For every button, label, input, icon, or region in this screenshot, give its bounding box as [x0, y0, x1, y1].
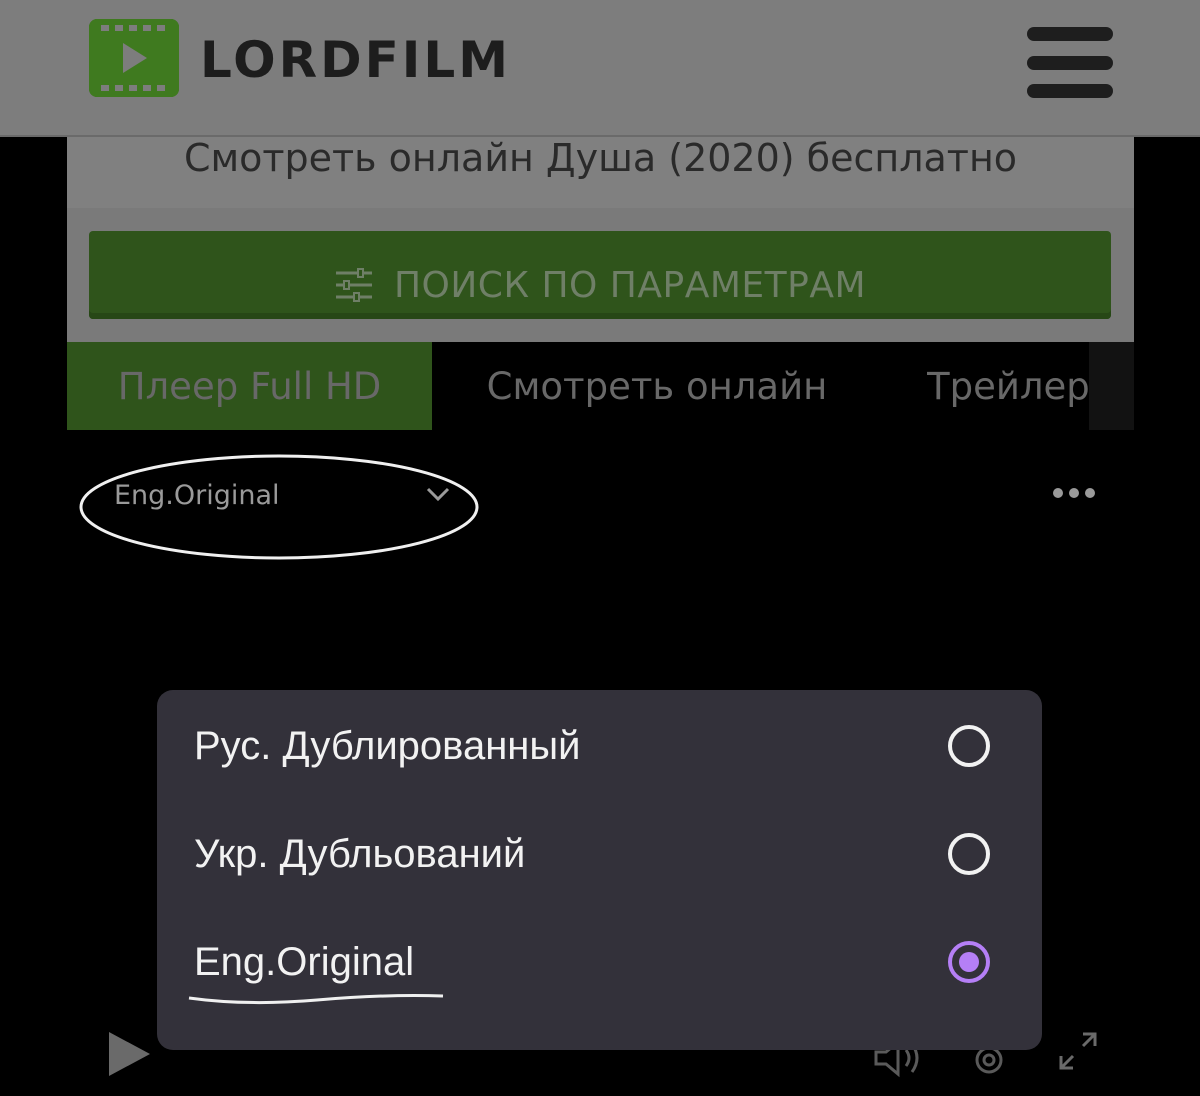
audio-option-label: Рус. Дублированный: [194, 724, 581, 768]
tab-player-full-hd[interactable]: Плеер Full HD: [67, 342, 432, 430]
hamburger-menu-icon[interactable]: [1027, 27, 1113, 99]
radio-unselected-icon[interactable]: [947, 832, 991, 876]
more-dots-icon[interactable]: [1053, 488, 1095, 500]
tabs-scroll-fade: [1089, 342, 1134, 430]
logo-film-icon[interactable]: [89, 19, 179, 97]
audio-option-label: Укр. Дубльований: [194, 832, 526, 876]
radio-selected-icon[interactable]: [947, 940, 991, 984]
search-by-parameters-button[interactable]: ПОИСК ПО ПАРАМЕТРАМ: [89, 231, 1111, 319]
radio-unselected-icon[interactable]: [947, 724, 991, 768]
page-title: Смотреть онлайн Душа (2020) бесплатно: [183, 136, 1018, 180]
tab-trailer[interactable]: Трейлер: [927, 342, 1089, 430]
page-content: Смотреть онлайн Душа (2020) бесплатно ПО…: [67, 137, 1134, 342]
logo-text[interactable]: LORDFILM: [200, 30, 511, 90]
audio-option-uk-dub[interactable]: Укр. Дубльований: [157, 800, 1042, 908]
site-header: LORDFILM: [0, 0, 1200, 137]
annotation-underline: [188, 994, 444, 1005]
title-strip: Смотреть онлайн Душа (2020) бесплатно: [67, 137, 1134, 208]
audio-track-dialog: Рус. Дублированный Укр. Дубльований Eng.…: [157, 690, 1042, 1050]
player-tabs: Плеер Full HD Смотреть онлайн Трейлер: [67, 342, 1134, 430]
sliders-icon: [335, 268, 372, 302]
audio-option-ru-dub[interactable]: Рус. Дублированный: [157, 692, 1042, 800]
fullscreen-icon[interactable]: [1057, 1030, 1099, 1072]
play-icon[interactable]: [107, 1030, 152, 1078]
tab-watch-online[interactable]: Смотреть онлайн: [432, 342, 882, 430]
annotation-ellipse: [79, 454, 479, 560]
search-button-label: ПОИСК ПО ПАРАМЕТРАМ: [393, 264, 867, 306]
